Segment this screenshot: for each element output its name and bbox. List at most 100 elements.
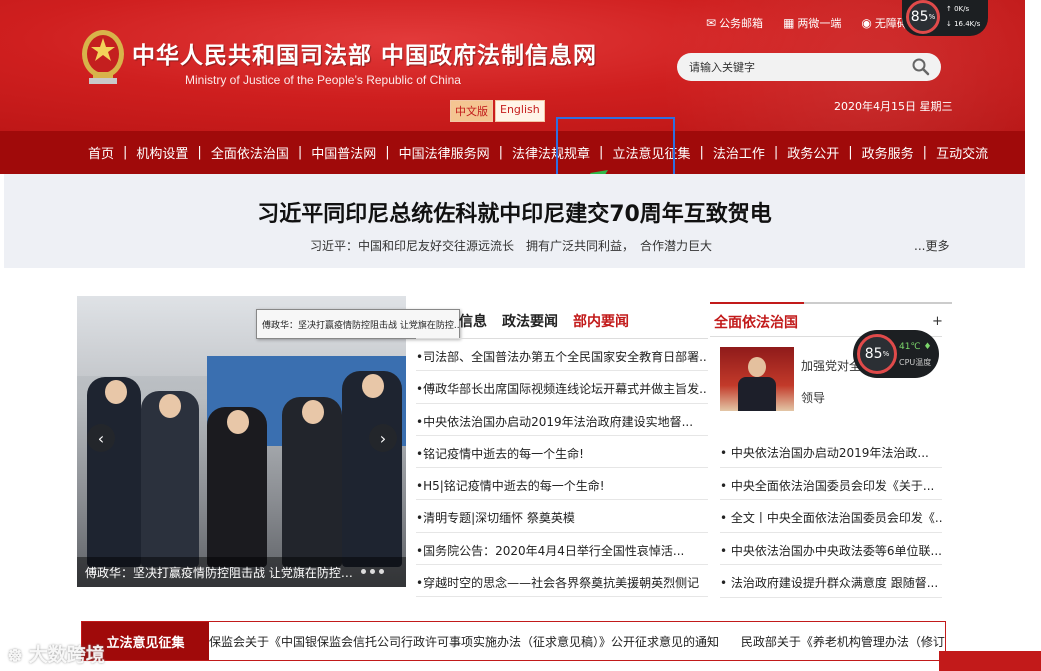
right-column-title[interactable]: 全面依法治国 [714,312,798,332]
mail-link[interactable]: ✉ 公务邮箱 [706,15,763,31]
featured-photo-suit [738,377,776,411]
network-monitor-widget[interactable]: 85% ↑ 0K/s ↓ 16.4K/s [902,0,988,36]
right-column-list-item[interactable]: • 法治政府建设提升群众满意度 跟随督... [720,565,942,598]
nav-item[interactable]: 全面依法治国 [211,143,289,162]
site-subtitle: Ministry of Justice of the People’s Repu… [185,73,461,87]
tab-politics-law-news[interactable]: 政法要闻 [502,311,558,331]
leaf-icon: ♦ [923,342,932,352]
mail-icon: ✉ [706,16,717,30]
carousel-dots [361,569,384,574]
site-title[interactable]: 中华人民共和国司法部 中国政府法制信息网 [132,36,597,70]
nav-separator: | [773,145,779,160]
watermark-logo-icon: ᪥ [8,644,23,666]
nav-item[interactable]: 政务公开 [787,143,839,162]
cpu-usage-unit: % [882,350,890,358]
news-list-item[interactable]: •穿越时空的思念——社会各界祭奠抗美援朝英烈侧记 [416,565,708,598]
right-column-list-item[interactable]: • 中央全面依法治国委员会印发《关于... [720,468,942,500]
red-corner-block [939,651,1041,671]
carousel-next-button[interactable]: › [369,424,397,452]
search-box [677,53,941,81]
news-list-item[interactable]: •国务院公告：2020年4月4日举行全国性哀悼活... [416,533,708,566]
search-icon[interactable] [911,57,931,77]
site-header: 中华人民共和国司法部 中国政府法制信息网 Ministry of Justice… [0,0,1025,131]
legislation-ticker: 保监会关于《中国银保监会信托公司行政许可事项实施办法（征求意见稿）》公开征求意见… [209,633,945,650]
chevron-right-icon: › [379,428,387,448]
chevron-left-icon: ‹ [97,428,105,448]
right-column-list-item[interactable]: • 中央依法治国办中央政法委等6单位联... [720,533,942,565]
tab-info[interactable]: 信息 [459,311,487,331]
news-list-item[interactable]: •傅政华部长出席国际视频连线论坛开幕式并做主旨发... [416,371,708,404]
watermark: ᪥ 大数跨境 [8,640,105,671]
carousel-dot[interactable] [370,569,375,574]
cpu-temperature-value: 41℃ [899,342,921,352]
carousel-photo-face [227,410,249,434]
news-carousel[interactable]: ‹ › 傅政华：坚决打赢疫情防控阻击战 让党旗在防控… [77,296,406,587]
carousel-photo-person [342,371,402,567]
watermark-text: 大数跨境 [28,644,105,666]
ticker-item[interactable]: 民政部关于《养老机构管理办法（修订草 [741,635,945,649]
featured-photo[interactable] [720,347,794,411]
mail-link-label: 公务邮箱 [719,17,764,30]
headline-title[interactable]: 习近平同印尼总统佐科就中印尼建交70周年互致贺电 [4,196,1025,228]
news-list-item[interactable]: •中央依法治国办启动2019年法治政府建设实地督... [416,404,708,436]
featured-title-line2[interactable]: 领导 [801,389,825,406]
right-column-list-item[interactable]: • 全文丨中央全面依法治国委员会印发《... [720,500,942,533]
cpu-usage-ring: 85% [857,334,897,374]
memory-usage-ring: 85% [906,0,940,34]
carousel-dot[interactable] [379,569,384,574]
cpu-temperature: 41℃ ♦ [899,342,932,352]
nav-item[interactable]: 法治工作 [713,143,765,162]
upload-speed: ↑ 0K/s [946,5,970,13]
nav-item[interactable]: 首页 [88,143,114,162]
carousel-photo-face [362,374,384,398]
cpu-usage-value: 85 [864,346,883,362]
carousel-tooltip: 傅政华：坚决打赢疫情防控阻击战 让党旗在防控... [256,309,460,339]
news-list-item[interactable]: •司法部、全国普法办第五个全民国家安全教育日部署... [416,339,708,372]
carousel-caption[interactable]: 傅政华：坚决打赢疫情防控阻击战 让党旗在防控… [77,557,406,587]
nav-separator: | [498,145,504,160]
carousel-dot[interactable] [361,569,366,574]
news-list: •司法部、全国普法办第五个全民国家安全教育日部署... •傅政华部长出席国际视频连… [416,339,708,598]
search-input[interactable] [689,60,909,74]
national-emblem-icon[interactable] [80,28,126,86]
lang-english-button[interactable]: English [495,100,545,122]
eye-icon: ◉ [861,16,872,30]
download-speed: ↓ 16.4K/s [946,20,981,28]
nav-item[interactable]: 中国普法网 [311,143,376,162]
lang-chinese-button[interactable]: 中文版 [450,100,493,122]
featured-photo-face [748,357,766,377]
current-date: 2020年4月15日 星期三 [834,100,953,113]
featured-title-line1[interactable]: 加强党对全 [801,357,861,374]
ticker-item[interactable]: 保监会关于《中国银保监会信托公司行政许可事项实施办法（征求意见稿）》公开征求意见… [209,635,719,649]
carousel-prev-button[interactable]: ‹ [87,424,115,452]
right-column-list: • 中央依法治国办启动2019年法治政... • 中央全面依法治国委员会印发《关于… [720,435,942,598]
news-list-item[interactable]: •H5|铭记疫情中逝去的每一个生命! [416,468,708,501]
nav-separator: | [123,145,128,160]
accessibility-link[interactable]: ◉ 无障碍 [861,15,907,31]
right-column-topline-gray [804,302,952,304]
news-list-item[interactable]: •清明专题|深切缅怀 祭奠英模 [416,500,708,533]
right-column-more-icon[interactable]: + [932,314,943,329]
cpu-monitor-widget[interactable]: 85% 41℃ ♦ CPU温度 [853,330,939,378]
nav-item[interactable]: 中国法律服务网 [399,143,490,162]
upload-speed-value: 0K/s [954,5,970,13]
tab-ministry-news[interactable]: 部内要闻 [573,311,629,331]
weixin-link-label: 两微一端 [797,17,842,30]
headline-more-link[interactable]: ...更多 [914,237,949,254]
qr-code-icon: ▦ [783,16,795,30]
download-speed-value: 16.4K/s [954,20,981,28]
nav-item[interactable]: 互动交流 [936,143,988,162]
news-list-item[interactable]: •铭记疫情中逝去的每一个生命! [416,436,708,469]
nav-item[interactable]: 政务服务 [862,143,914,162]
headline-subtitle[interactable]: 习近平：中国和印尼友好交往源远流长 拥有广泛共同利益， 合作潜力巨大 [310,237,712,254]
memory-usage-value: 85 [910,9,929,25]
weixin-link[interactable]: ▦ 两微一端 [783,15,841,31]
nav-separator: | [385,145,390,160]
right-column-list-item[interactable]: • 中央依法治国办启动2019年法治政... [720,435,942,468]
top-links: ✉ 公务邮箱 ▦ 两微一端 ◉ 无障碍 [706,15,908,31]
language-switch: 中文版 English [450,100,545,122]
nav-item[interactable]: 机构设置 [136,143,188,162]
legislation-ticker-bar: 立法意见征集 保监会关于《中国银保监会信托公司行政许可事项实施办法（征求意见稿）… [81,621,946,661]
carousel-photo-face [302,400,324,424]
memory-usage-unit: % [928,13,936,21]
